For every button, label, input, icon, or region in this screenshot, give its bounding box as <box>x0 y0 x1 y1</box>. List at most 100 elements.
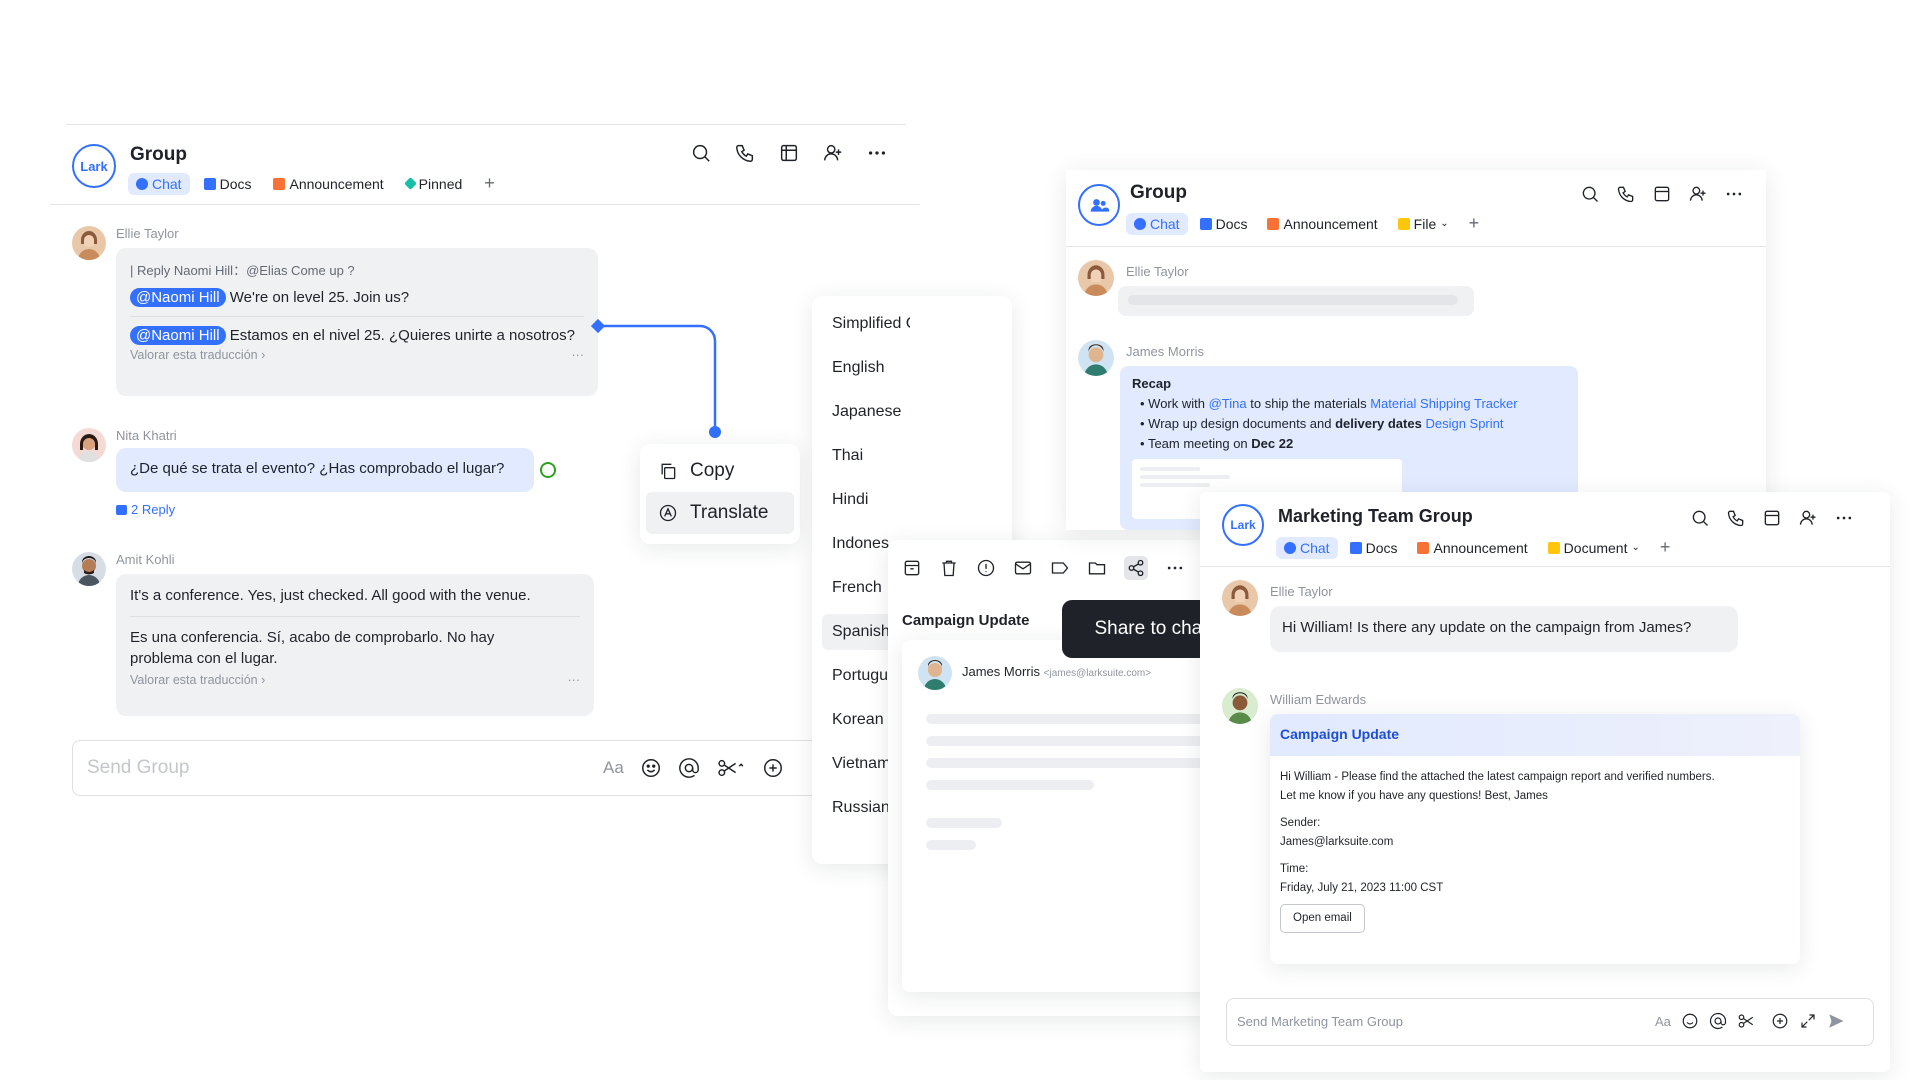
add-tab-button[interactable]: + <box>1652 534 1679 561</box>
rate-translation[interactable]: Valorar esta traducción › ··· <box>130 348 584 362</box>
expand-icon[interactable] <box>1799 1012 1817 1030</box>
sender-name: Amit Kohli <box>116 552 175 567</box>
tab-announcement[interactable]: Announcement <box>1409 537 1535 559</box>
email-share-card[interactable]: Campaign Update Hi William - Please find… <box>1270 714 1800 964</box>
folder-icon[interactable] <box>1087 558 1107 578</box>
copy-icon <box>658 461 678 481</box>
tab-chat[interactable]: Chat <box>1126 212 1188 235</box>
message-text: It's a conference. Yes, just checked. Al… <box>130 587 531 604</box>
more-icon[interactable] <box>1165 558 1185 578</box>
input-placeholder: Send Group <box>87 757 190 778</box>
add-tab-button[interactable]: + <box>476 170 503 197</box>
chat-tabs: Chat Docs Announcement Document ⌄ + <box>1276 534 1678 561</box>
lark-logo: Lark <box>72 144 116 188</box>
scissors-icon[interactable] <box>1737 1012 1761 1030</box>
plus-circle-icon[interactable] <box>1771 1012 1789 1030</box>
message-bubble-placeholder <box>1118 286 1474 316</box>
phone-icon[interactable] <box>734 142 756 164</box>
avatar[interactable] <box>72 226 106 260</box>
tab-pinned[interactable]: Pinned <box>398 173 471 195</box>
copy-menu-item[interactable]: Copy <box>646 450 794 492</box>
more-icon[interactable]: ··· <box>572 348 585 362</box>
tab-chat[interactable]: Chat <box>128 172 190 195</box>
add-member-icon[interactable] <box>1688 184 1708 204</box>
emoji-icon[interactable] <box>640 757 662 779</box>
search-icon[interactable] <box>1690 508 1710 528</box>
tab-announcement[interactable]: Announcement <box>1259 213 1385 235</box>
header-divider <box>50 204 920 205</box>
avatar[interactable] <box>1078 260 1114 296</box>
avatar[interactable] <box>918 656 952 690</box>
search-icon[interactable] <box>1580 184 1600 204</box>
at-icon[interactable] <box>1709 1012 1727 1030</box>
chat-tabs: Chat Docs Announcement File ⌄ + <box>1126 210 1487 237</box>
add-member-icon[interactable] <box>822 142 844 164</box>
header-divider <box>1200 566 1890 567</box>
calendar-icon[interactable] <box>1762 508 1782 528</box>
translate-menu-item[interactable]: Translate <box>646 492 794 534</box>
label-icon[interactable] <box>1050 558 1070 578</box>
message-bubble[interactable]: It's a conference. Yes, just checked. Al… <box>116 574 594 716</box>
tab-announcement[interactable]: Announcement <box>265 173 391 195</box>
calendar-icon[interactable] <box>1652 184 1672 204</box>
doc-link[interactable]: Design Sprint <box>1425 416 1503 431</box>
tab-chat[interactable]: Chat <box>1276 536 1338 559</box>
more-icon[interactable] <box>1834 508 1854 528</box>
more-icon[interactable]: ··· <box>568 673 581 687</box>
scissors-icon[interactable] <box>716 757 746 779</box>
mention-tag[interactable]: @Naomi Hill <box>130 288 226 307</box>
format-icon[interactable]: Aa <box>603 758 624 778</box>
reply-icon <box>116 504 127 515</box>
docs-icon <box>1199 217 1212 230</box>
spam-icon[interactable] <box>976 558 996 578</box>
avatar[interactable] <box>1222 580 1258 616</box>
phone-icon[interactable] <box>1726 508 1746 528</box>
avatar[interactable] <box>1078 340 1114 376</box>
language-option[interactable]: Japanese <box>822 394 910 430</box>
search-icon[interactable] <box>690 142 712 164</box>
share-icon[interactable] <box>1124 556 1148 580</box>
mention-tag[interactable]: @Naomi Hill <box>130 326 226 345</box>
message-text: @Naomi Hill We're on level 25. Join us? <box>130 288 584 307</box>
phone-icon[interactable] <box>1616 184 1636 204</box>
message-input[interactable]: Send Group Aa <box>72 740 862 796</box>
message-bubble[interactable]: | Reply Naomi Hill：@Elias Come up ? @Nao… <box>116 248 598 396</box>
chat-icon <box>1284 541 1296 554</box>
plus-circle-icon[interactable] <box>762 757 784 779</box>
calendar-icon[interactable] <box>778 142 800 164</box>
trash-icon[interactable] <box>939 558 959 578</box>
avatar[interactable] <box>72 428 106 462</box>
format-icon[interactable]: Aa <box>1655 1014 1671 1029</box>
email-sender: James Morris <james@larksuite.com> <box>962 664 1152 679</box>
open-email-button[interactable]: Open email <box>1280 904 1365 933</box>
message-bubble[interactable]: Hi William! Is there any update on the c… <box>1270 606 1738 652</box>
message-input[interactable]: Send Marketing Team Group Aa <box>1226 998 1874 1046</box>
email-title: Campaign Update <box>902 612 1030 629</box>
message-bubble[interactable]: ¿De qué se trata el evento? ¿Has comprob… <box>116 448 534 492</box>
tab-document[interactable]: Document ⌄ <box>1540 537 1648 559</box>
avatar[interactable] <box>72 552 106 586</box>
add-member-icon[interactable] <box>1798 508 1818 528</box>
input-placeholder: Send Marketing Team Group <box>1237 1014 1403 1029</box>
language-option[interactable]: Thai <box>822 438 910 474</box>
more-icon[interactable] <box>1724 184 1744 204</box>
tab-docs[interactable]: Docs <box>1342 537 1406 559</box>
more-icon[interactable] <box>866 142 888 164</box>
language-option[interactable]: English <box>822 350 910 386</box>
add-tab-button[interactable]: + <box>1461 210 1488 237</box>
archive-icon[interactable] <box>902 558 922 578</box>
tab-docs[interactable]: Docs <box>1192 213 1256 235</box>
thread-reply-link[interactable]: 2 Reply <box>116 502 175 517</box>
rate-translation[interactable]: Valorar esta traducción › ··· <box>130 673 580 687</box>
mail-icon[interactable] <box>1013 558 1033 578</box>
emoji-icon[interactable] <box>1681 1012 1699 1030</box>
tab-file[interactable]: File ⌄ <box>1390 213 1457 235</box>
language-option[interactable]: Hindi <box>822 482 910 518</box>
send-icon[interactable] <box>1827 1012 1845 1030</box>
at-icon[interactable] <box>678 757 700 779</box>
header-actions <box>1690 508 1854 528</box>
avatar[interactable] <box>1222 688 1258 724</box>
tab-docs[interactable]: Docs <box>196 173 260 195</box>
doc-link[interactable]: Material Shipping Tracker <box>1370 396 1517 411</box>
language-option[interactable]: Simplified Chinese <box>822 306 910 342</box>
